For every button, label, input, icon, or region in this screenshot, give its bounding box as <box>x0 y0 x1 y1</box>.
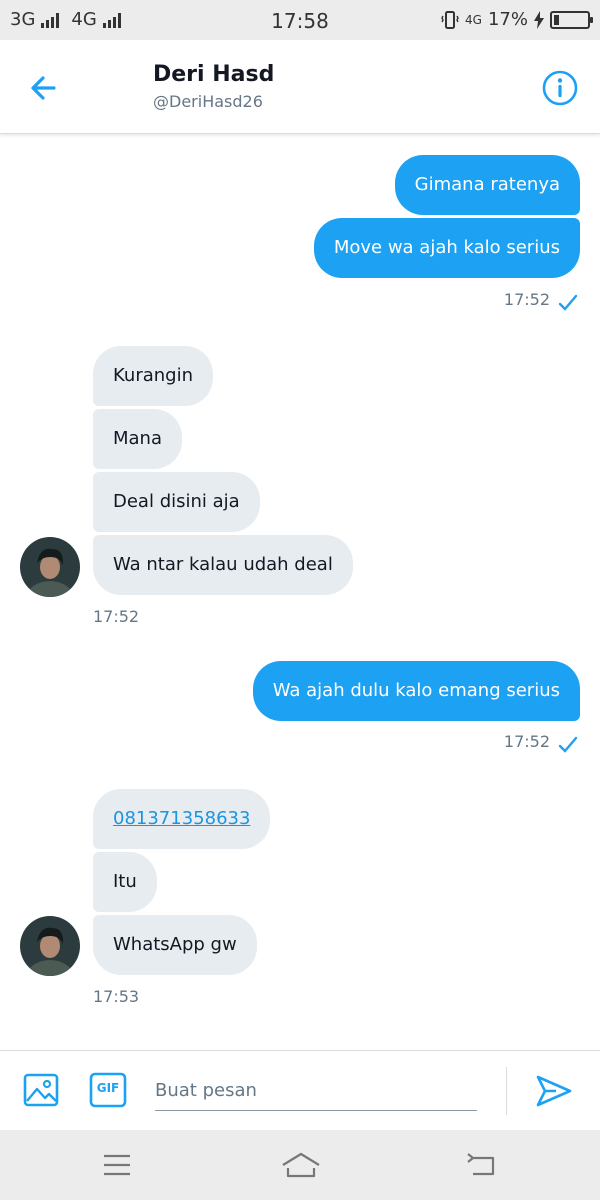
message-bubble-sent[interactable]: Gimana ratenya <box>394 155 580 215</box>
message-timestamp: 17:52 <box>503 290 550 309</box>
home-button[interactable] <box>281 1148 321 1182</box>
menu-icon <box>104 1154 130 1176</box>
message-bubble-received[interactable]: Mana <box>93 409 182 469</box>
message-bubble-sent[interactable]: Move wa ajah kalo serius <box>313 218 580 278</box>
status-bar: 3G 4G 17:58 4G 17% <box>0 0 600 40</box>
message-text: Gimana ratenya <box>414 174 560 195</box>
phone-link[interactable]: 081371358633 <box>113 808 250 829</box>
arrow-left-icon <box>31 76 56 100</box>
message-composer: GIF <box>0 1050 600 1130</box>
battery-icon <box>550 10 593 29</box>
message-bubble-received[interactable]: Wa ntar kalau udah deal <box>93 535 353 595</box>
message-bubble-received[interactable]: Kurangin <box>93 346 213 406</box>
system-nav-bar <box>0 1130 600 1200</box>
composer-divider <box>506 1067 507 1115</box>
back-nav-button[interactable] <box>465 1148 501 1182</box>
message-text: WhatsApp gw <box>113 934 237 955</box>
battery-percent: 17% <box>487 9 528 30</box>
message-text: Wa ajah dulu kalo emang serius <box>272 680 560 701</box>
message-text: Wa ntar kalau udah deal <box>113 554 333 575</box>
message-text: Itu <box>113 871 137 892</box>
back-icon <box>467 1153 495 1176</box>
message-text: Deal disini aja <box>113 491 240 512</box>
charging-icon <box>534 10 544 29</box>
back-button[interactable] <box>24 68 64 108</box>
contact-handle: @DeriHasd26 <box>153 92 263 111</box>
data-type: 4G <box>465 12 482 27</box>
message-timestamp: 17:52 <box>503 732 550 751</box>
add-image-button[interactable] <box>22 1071 60 1109</box>
message-timestamp: 17:53 <box>93 987 140 1006</box>
avatar[interactable] <box>20 916 80 976</box>
contact-name[interactable]: Deri Hasd <box>153 62 274 87</box>
gif-label: GIF <box>96 1081 120 1095</box>
message-bubble-received[interactable]: 081371358633 <box>93 789 271 849</box>
send-button[interactable] <box>534 1071 574 1111</box>
send-icon <box>536 1075 572 1107</box>
info-button[interactable] <box>540 68 580 108</box>
image-icon <box>23 1073 59 1107</box>
message-text: Mana <box>113 428 162 449</box>
vibrate-icon <box>441 10 459 29</box>
avatar[interactable] <box>20 537 80 597</box>
checkmark-icon <box>558 294 578 311</box>
message-bubble-received[interactable]: Itu <box>93 852 157 912</box>
checkmark-icon <box>558 736 578 753</box>
message-input-wrap <box>155 1071 477 1111</box>
message-timestamp: 17:52 <box>93 607 140 626</box>
home-icon <box>282 1152 320 1178</box>
message-text: Move wa ajah kalo serius <box>333 237 560 258</box>
message-text: Kurangin <box>113 365 193 386</box>
message-bubble-received[interactable]: Deal disini aja <box>93 472 260 532</box>
conversation-header: Deri Hasd @DeriHasd26 <box>0 40 600 134</box>
avatar-photo <box>20 537 80 597</box>
menu-button[interactable] <box>100 1148 136 1182</box>
message-bubble-received[interactable]: WhatsApp gw <box>93 915 257 975</box>
avatar-photo <box>20 916 80 976</box>
add-gif-button[interactable]: GIF <box>89 1071 127 1109</box>
message-input[interactable] <box>155 1071 477 1109</box>
info-icon <box>542 70 578 106</box>
message-bubble-sent[interactable]: Wa ajah dulu kalo emang serius <box>252 661 580 721</box>
